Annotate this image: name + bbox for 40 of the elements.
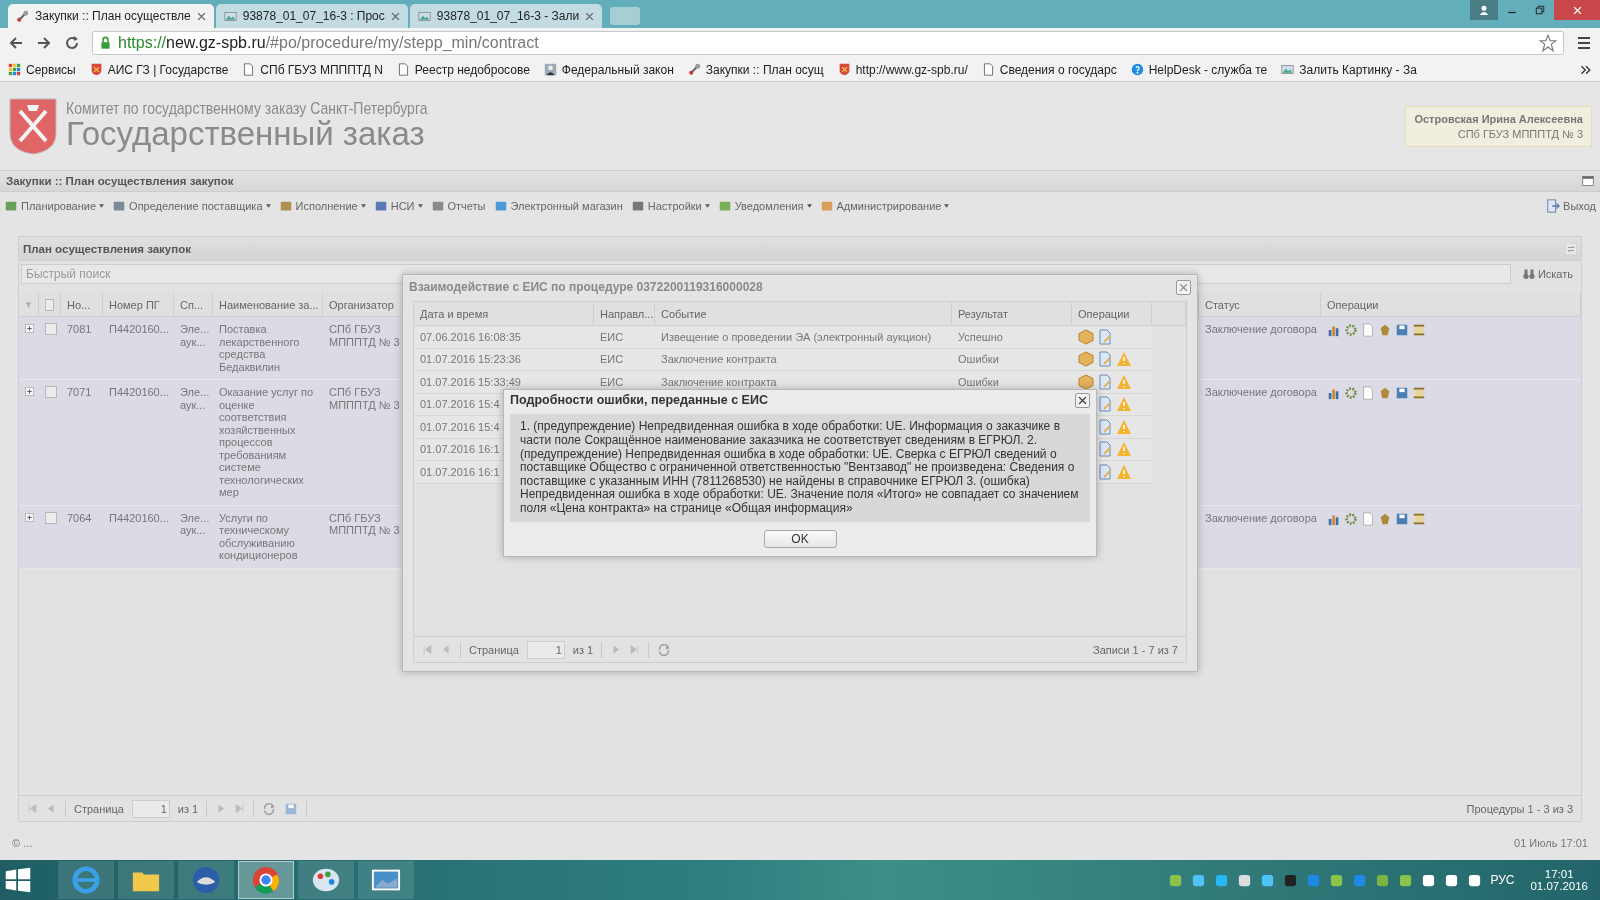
table-cell: Поставка лекарственного средства Бедаквилин [213, 317, 323, 380]
user-name: Островская Ирина Алексеевна [1414, 112, 1583, 125]
panel-title: План осуществления закупок [23, 242, 191, 255]
table-cell: Заключение контракта [655, 348, 952, 371]
table-cell: ЕИС [594, 326, 655, 349]
table-cell: Заключение договора [1199, 380, 1321, 506]
copyright-text: © ... [12, 837, 33, 849]
table-cell: Заключение договора [1199, 505, 1321, 569]
table-cell: П4420160... [103, 505, 174, 569]
table-cell: 7081 [61, 317, 103, 380]
table-cell: 7071 [61, 380, 103, 506]
records-summary: Записи 1 - 7 из 7 [1093, 643, 1178, 656]
table-cell: 07.06.2016 16:08:35 [414, 326, 594, 349]
user-organization: СПб ГБУЗ МПППТД № 3 [1456, 127, 1583, 140]
table-cell: П4420160... [103, 317, 174, 380]
table-cell: Услуги по техническому обслуживанию кондиционеров [213, 505, 323, 569]
url-text: https://new.gz-spb.ru/#po/procedure/my/stepp_min/contract [118, 34, 539, 52]
page-label: Страница [74, 802, 124, 815]
table-cell: Заключение договора [1199, 317, 1321, 380]
table-cell: Эле... аук... [174, 505, 213, 569]
table-cell: Ошибки [952, 348, 1072, 371]
table-cell: Эле... аук... [174, 380, 213, 506]
table-cell: ЕИС [594, 348, 655, 371]
panel-title: Закупки :: План осуществления закупок [6, 175, 234, 187]
table-cell: Эле... аук... [174, 317, 213, 380]
table-cell: 01.07.2016 15:23:36 [414, 348, 594, 371]
date-time-text: 01 Июль 17:01 [1514, 837, 1588, 849]
table-cell: Оказание услуг по оценке соответствия хозяйственных процессов требованиям системе технологических мер [213, 380, 323, 506]
page-count: из 1 [177, 802, 199, 815]
page-label: Страница [469, 643, 519, 656]
site-title: Государственный заказ [66, 116, 425, 152]
table-cell: Извещение о проведении ЭА (электронный аукцион) [655, 326, 952, 349]
table-cell: 01.07.2016 15:33:49 [414, 371, 594, 394]
table-cell: Успешно [952, 326, 1072, 349]
page-count: из 1 [572, 643, 594, 656]
table-cell: 7064 [61, 505, 103, 569]
error-message: 1. (предупреждение) Непредвиденная ошибка в ходе обработки: UE. Информация о заказчике в части поле Сокращённое наименование заказчика не соответствует сведениям в ЕГРЮЛ. 2. (предупреждение) Непредвиденная ошибка в ходе обработки: UE. Сверка с ЕГРЮЛ сведений о поставщике Общество с ограниченной ответственностью "Вентзавод" не произведена: Сведения о поставщике с указанным ИНН (7811268530) не найдены в справочнике ЕГРЮЛ 3. (ошибка) Непредвиденная ошибка в ходе обработки: UE. Значение поля «Итого» не совпадает со значением поля «Цена контракта» на странице «Общая информация» [510, 414, 1090, 522]
records-summary: Процедуры 1 - 3 из 3 [1466, 802, 1573, 815]
organization-name: Комитет по государственному заказу Санкт-Петербурга [66, 98, 428, 118]
table-cell: П4420160... [103, 380, 174, 506]
